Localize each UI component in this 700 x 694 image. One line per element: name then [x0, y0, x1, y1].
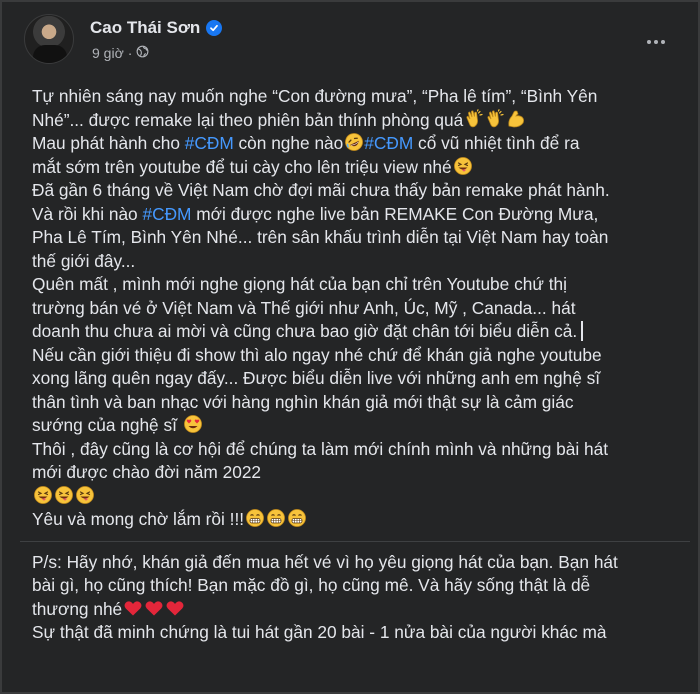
more-options-icon[interactable] — [638, 24, 674, 60]
post-card: Cao Thái Sơn 9 giờ · Tự nhiên sáng nay m… — [0, 0, 700, 694]
post-line: Nhé”... được remake lại theo phiên bản t… — [32, 109, 682, 133]
author-line: Cao Thái Sơn — [90, 18, 223, 38]
red-heart-icon — [165, 598, 185, 618]
post-line: Quên mất , mình mới nghe giọng hát của b… — [32, 274, 567, 294]
hashtag-link[interactable]: #CĐM — [364, 133, 413, 153]
red-heart-icon — [144, 598, 164, 618]
post-line: Thôi , đây cũng là cơ hội để chúng ta là… — [32, 438, 609, 459]
post-line: Sự thật đã minh chứng là tui hát gần 20 … — [32, 622, 607, 642]
text-cursor — [581, 321, 583, 341]
post-line: doanh thu chưa ai mời và cũng chưa bao g… — [32, 320, 682, 344]
globe-icon[interactable] — [136, 45, 149, 61]
post-line: Nếu cần giới thiệu đi show thì alo ngay … — [32, 344, 602, 365]
post-line: Pha Lê Tím, Bình Yên Nhé... trên sân khấ… — [32, 227, 609, 247]
author-name[interactable]: Cao Thái Sơn — [90, 18, 200, 38]
post-line — [32, 485, 682, 509]
winking-tongue-face-icon — [453, 156, 473, 176]
heart-eyes-face-icon — [183, 414, 203, 434]
rolling-laughing-face-icon — [344, 132, 364, 152]
winking-tongue-face-icon — [33, 485, 53, 505]
post-line: xong lãng quên ngay đấy... Được biểu diễ… — [32, 368, 601, 388]
author-avatar[interactable] — [24, 14, 74, 64]
post-line: mắt sớm trên youtube để tui cày cho lên … — [32, 156, 682, 180]
post-timestamp[interactable]: 9 giờ — [92, 45, 124, 61]
post-line: bài gì, họ cũng thích! Bạn mặc đồ gì, họ… — [32, 575, 591, 595]
grimacing-face-icon — [287, 508, 307, 528]
winking-tongue-face-icon — [75, 485, 95, 505]
divider — [20, 540, 690, 542]
post-line: Mau phát hành cho #CĐM còn nghe nào #CĐM … — [32, 132, 682, 156]
clapping-hands-icon — [464, 109, 484, 129]
post-body: Tự nhiên sáng nay muốn nghe “Con đường m… — [20, 85, 690, 645]
grimacing-face-icon — [266, 508, 286, 528]
post-line: trường bán vé ở Việt Nam và Thế giới như… — [32, 297, 576, 318]
post-line: Và rồi khi nào #CĐM mới được nghe live b… — [32, 203, 599, 224]
post-line: P/s: Hãy nhớ, khán giả đến mua hết vé vì… — [32, 551, 618, 572]
post-line: Yêu và mong chờ lắm rồi !!! — [32, 508, 682, 532]
flexed-biceps-icon — [506, 109, 526, 129]
post-meta: 9 giờ · — [92, 45, 149, 61]
grimacing-face-icon — [245, 508, 265, 528]
clapping-hands-icon — [485, 109, 505, 129]
post-line: sướng của nghệ sĩ — [32, 414, 682, 438]
post-line: Tự nhiên sáng nay muốn nghe “Con đường m… — [32, 86, 598, 106]
verified-badge-icon — [206, 20, 223, 36]
post-line: Đã gần 6 tháng về Việt Nam chờ đợi mãi c… — [32, 180, 610, 200]
post-line: mới được chào đời năm 2022 — [32, 462, 262, 482]
post-line: thương nhé — [32, 598, 682, 622]
red-heart-icon — [123, 598, 143, 618]
hashtag-link[interactable]: #CĐM — [142, 204, 191, 224]
hashtag-link[interactable]: #CĐM — [185, 133, 234, 153]
post-line: thế giới đây... — [32, 250, 136, 271]
post-line: thân tình và ban nhạc với hàng nghìn khá… — [32, 391, 574, 412]
post-header: Cao Thái Sơn 9 giờ · — [22, 12, 682, 68]
winking-tongue-face-icon — [54, 485, 74, 505]
